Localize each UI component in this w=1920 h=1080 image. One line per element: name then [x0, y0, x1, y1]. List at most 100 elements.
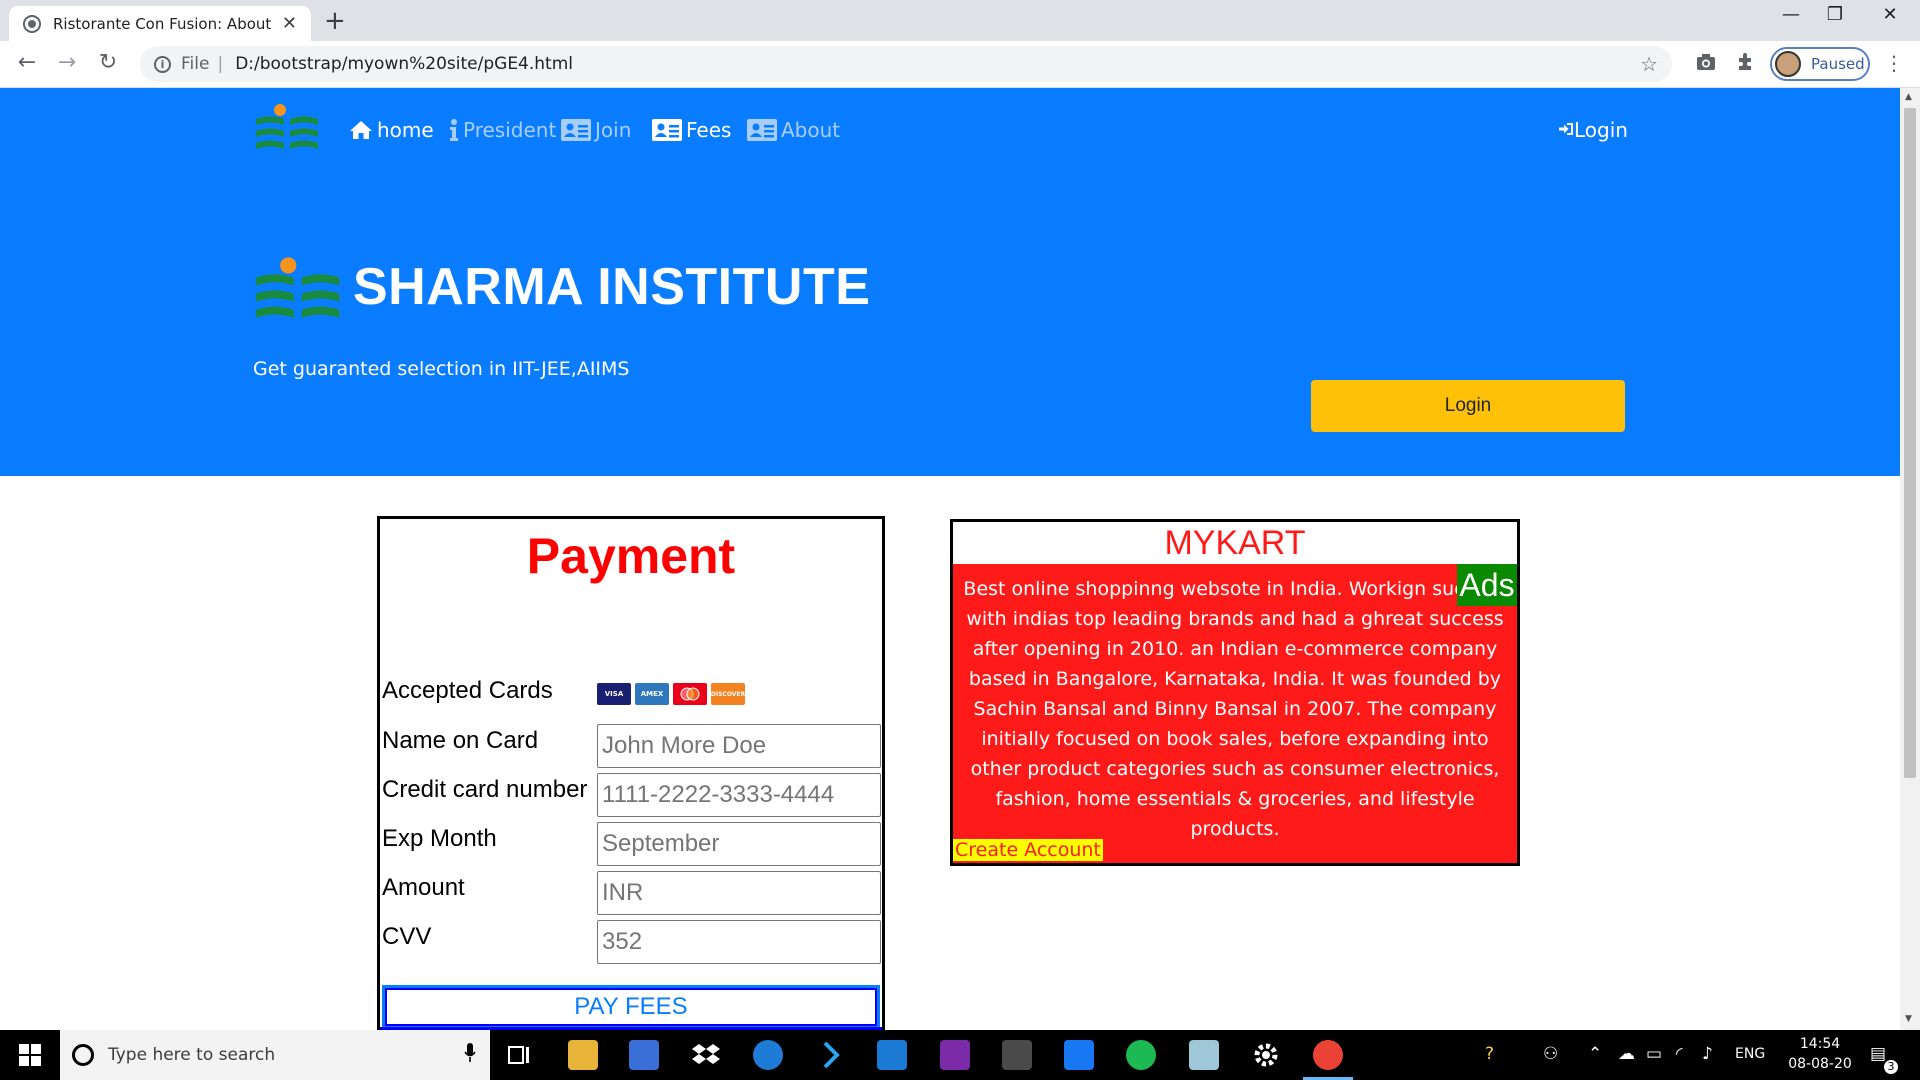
browser-tab[interactable]: Ristorante Con Fusion: About Us ✕	[9, 6, 311, 41]
close-window-button[interactable]: ✕	[1875, 4, 1905, 25]
settings-gear-icon[interactable]	[1251, 1040, 1281, 1070]
wifi-icon[interactable]: ◜	[1676, 1044, 1683, 1064]
nav-fees[interactable]: Fees	[652, 118, 731, 142]
cortana-icon	[72, 1044, 94, 1066]
battery-icon[interactable]: ▭	[1646, 1044, 1662, 1064]
forward-icon[interactable]: →	[52, 50, 82, 75]
cloud-icon[interactable]: ☁	[1618, 1044, 1635, 1064]
home-icon	[350, 121, 372, 139]
institute-logo	[256, 257, 340, 318]
mail-icon[interactable]	[877, 1040, 907, 1070]
mykart-ad-card: MYKART Best online shoppinng websote in …	[950, 519, 1520, 866]
nav-fees-label: Fees	[686, 118, 732, 142]
windows-taskbar: Type here to search ? ⚇ ⌃ ☁ ▭ ◜ ♪ ENG 14…	[0, 1030, 1920, 1080]
back-icon[interactable]: ←	[12, 50, 42, 75]
institute-subtitle: Get guaranted selection in IIT-JEE,AIIMS	[253, 358, 630, 380]
close-tab-icon[interactable]: ✕	[282, 13, 297, 34]
address-bar[interactable]: i File | D:/bootstrap/myown%20site/pGE4.…	[140, 46, 1672, 82]
nav-president[interactable]: President	[449, 118, 556, 142]
minimize-button[interactable]: —	[1776, 4, 1806, 25]
scroll-thumb[interactable]	[1904, 108, 1916, 778]
whatsapp-icon[interactable]	[1064, 1040, 1094, 1070]
nav-home[interactable]: home	[349, 118, 434, 142]
people-icon[interactable]: ⚇	[1543, 1044, 1558, 1064]
amount-label: Amount	[382, 874, 465, 901]
mykart-title: MYKART	[953, 522, 1517, 564]
ads-badge: Ads	[1457, 564, 1517, 606]
mykart-body: Best online shoppinng websote in India. …	[953, 564, 1517, 863]
spotify-icon[interactable]	[1126, 1040, 1156, 1070]
camera-icon[interactable]	[1692, 52, 1720, 76]
nav-home-label: home	[377, 118, 434, 142]
address-card-icon	[747, 119, 777, 141]
pay-fees-button[interactable]: PAY FEES	[382, 985, 880, 1029]
notifications-icon[interactable]: ▤	[1870, 1044, 1886, 1064]
notes-app-icon[interactable]	[1189, 1040, 1219, 1070]
clock-time[interactable]: 14:54	[1790, 1036, 1850, 1052]
vscode-icon[interactable]	[815, 1040, 845, 1070]
card-number-input[interactable]	[597, 773, 881, 817]
sublime-text-icon[interactable]	[1002, 1040, 1032, 1070]
file-explorer-icon[interactable]	[568, 1040, 598, 1070]
cvv-input[interactable]	[597, 920, 881, 964]
accepted-cards-label: Accepted Cards	[382, 677, 553, 704]
avatar	[1775, 51, 1801, 77]
volume-icon[interactable]: ♪	[1702, 1044, 1713, 1064]
cvv-label: CVV	[382, 923, 432, 950]
nav-president-label: President	[463, 118, 557, 142]
address-card-icon	[652, 119, 682, 141]
language-indicator[interactable]: ENG	[1735, 1046, 1765, 1062]
institute-logo[interactable]	[256, 104, 320, 154]
exp-month-input[interactable]	[597, 822, 881, 866]
bookmark-star-icon[interactable]: ☆	[1640, 52, 1658, 76]
nav-about[interactable]: About	[747, 118, 840, 142]
chrome-icon[interactable]	[1313, 1040, 1343, 1070]
site-navbar: home President Join Fees About Login	[0, 88, 1900, 172]
chevron-up-icon[interactable]: ⌃	[1588, 1044, 1602, 1064]
hero-login-button[interactable]: Login	[1311, 380, 1625, 432]
name-on-card-input[interactable]	[597, 724, 881, 768]
visa-card-icon: VISA	[597, 683, 631, 705]
extensions-icon[interactable]	[1732, 52, 1760, 77]
notification-count-badge: 3	[1884, 1060, 1898, 1074]
edge-icon[interactable]	[753, 1040, 783, 1070]
task-view-icon[interactable]	[505, 1040, 535, 1070]
url-text[interactable]: D:/bootstrap/myown%20site/pGE4.html	[235, 54, 573, 74]
nav-login[interactable]: Login	[1558, 118, 1628, 142]
address-card-icon	[561, 119, 591, 141]
reload-icon[interactable]: ↻	[93, 50, 123, 75]
store-icon[interactable]	[629, 1040, 659, 1070]
scroll-up-icon[interactable]: ▲	[1905, 92, 1912, 102]
new-tab-button[interactable]: +	[324, 6, 346, 36]
payment-card: Payment Accepted Cards VISA AMEX DISCOVE…	[377, 516, 885, 1030]
onenote-icon[interactable]	[940, 1040, 970, 1070]
page-viewport: home President Join Fees About Login SHA…	[0, 88, 1900, 1030]
scroll-down-icon[interactable]: ▼	[1905, 1014, 1912, 1024]
page-scrollbar[interactable]: ▲ ▼	[1900, 88, 1920, 1030]
dropbox-icon[interactable]	[691, 1040, 721, 1070]
nav-login-label: Login	[1574, 118, 1628, 142]
help-icon[interactable]: ?	[1485, 1044, 1494, 1064]
clock-date[interactable]: 08-08-20	[1782, 1056, 1858, 1072]
mykart-description: Best online shoppinng websote in India. …	[963, 578, 1507, 840]
card-number-label: Credit card number	[382, 776, 588, 803]
url-separator: |	[217, 54, 224, 74]
maximize-button[interactable]: ❐	[1820, 4, 1850, 25]
taskbar-search-placeholder: Type here to search	[108, 1045, 276, 1065]
exp-month-label: Exp Month	[382, 825, 497, 852]
microphone-icon[interactable]	[464, 1042, 476, 1068]
nav-join[interactable]: Join	[561, 118, 631, 142]
start-button[interactable]	[0, 1030, 60, 1080]
institute-title: SHARMA INSTITUTE	[353, 258, 871, 316]
tab-title: Ristorante Con Fusion: About Us	[53, 14, 274, 33]
amount-input[interactable]	[597, 871, 881, 915]
site-info-icon[interactable]: i	[154, 55, 171, 73]
profile-button[interactable]: Paused	[1770, 47, 1870, 81]
payment-title: Payment	[526, 528, 736, 584]
browser-toolbar: ← → ↻ i File | D:/bootstrap/myown%20site…	[0, 41, 1920, 88]
globe-icon	[23, 14, 41, 33]
browser-menu-icon[interactable]: ⋮	[1884, 51, 1904, 75]
taskbar-search[interactable]: Type here to search	[60, 1030, 490, 1080]
hero-jumbotron: SHARMA INSTITUTE Get guaranted selection…	[0, 172, 1900, 476]
create-account-link[interactable]: Create Account	[953, 839, 1103, 861]
